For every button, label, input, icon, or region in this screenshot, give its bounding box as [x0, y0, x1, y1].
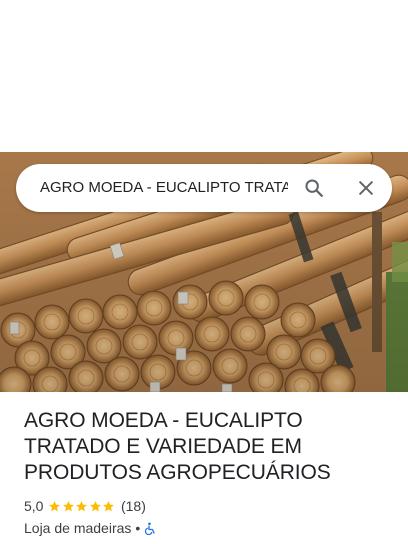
star-icon	[49, 500, 61, 511]
separator-dot: •	[135, 520, 141, 536]
star-icon	[76, 500, 88, 511]
close-button[interactable]	[352, 174, 380, 202]
search-input[interactable]: AGRO MOEDA - EUCALIPTO TRATADO	[40, 164, 288, 212]
place-info-panel: AGRO MOEDA - EUCALIPTO TRATADO E VARIEDA…	[24, 408, 396, 537]
rating-row[interactable]: 5,0 (18)	[24, 497, 396, 515]
star-icon	[103, 500, 115, 511]
review-count[interactable]: (18)	[121, 498, 146, 514]
rating-value: 5,0	[24, 498, 44, 514]
wheelchair-accessible-icon	[144, 521, 156, 535]
close-icon	[359, 181, 373, 195]
search-button[interactable]	[300, 174, 328, 202]
rating-stars	[48, 500, 116, 513]
map-blank-area	[0, 0, 408, 152]
search-bar[interactable]: AGRO MOEDA - EUCALIPTO TRATADO	[16, 164, 392, 212]
place-title: AGRO MOEDA - EUCALIPTO TRATADO E VARIEDA…	[24, 409, 331, 484]
star-icon	[90, 500, 101, 511]
search-icon	[305, 179, 323, 197]
category-row: Loja de madeiras •	[24, 519, 396, 537]
place-category: Loja de madeiras	[24, 520, 132, 536]
star-icon	[63, 500, 74, 511]
